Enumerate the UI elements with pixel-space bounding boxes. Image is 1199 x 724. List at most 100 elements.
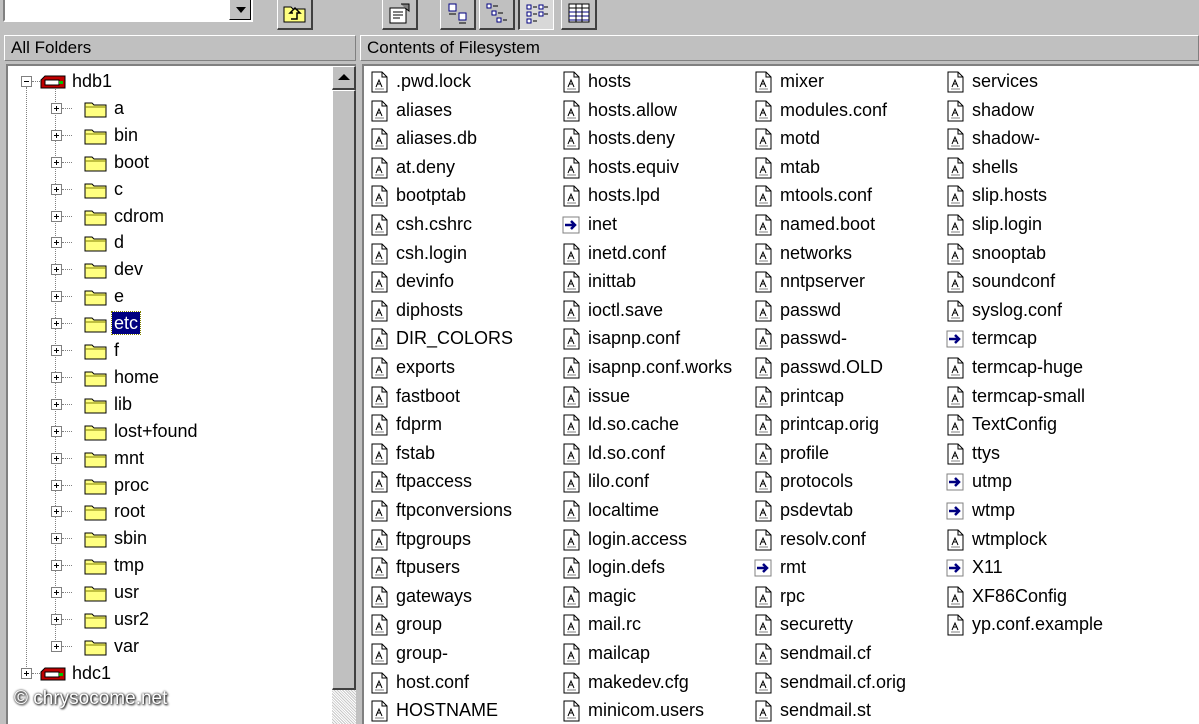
file-item[interactable]: ftpconversions — [366, 497, 556, 526]
file-item[interactable]: host.conf — [366, 669, 556, 698]
expand-icon[interactable] — [51, 318, 62, 330]
expand-icon[interactable] — [21, 667, 32, 679]
file-item[interactable]: slip.login — [942, 211, 1132, 240]
file-item[interactable]: ftpgroups — [366, 526, 556, 555]
tree-drive-item[interactable]: hdc1 — [8, 661, 328, 688]
file-item[interactable]: X11 — [942, 554, 1132, 583]
file-item[interactable]: aliases — [366, 97, 556, 126]
file-item[interactable]: localtime — [558, 497, 748, 526]
file-item[interactable]: csh.login — [366, 240, 556, 269]
expand-icon[interactable] — [51, 452, 62, 464]
expand-icon[interactable] — [51, 371, 62, 383]
file-item[interactable]: group — [366, 611, 556, 640]
file-item[interactable]: networks — [750, 240, 940, 269]
expand-icon[interactable] — [51, 183, 62, 195]
file-item[interactable]: named.boot — [750, 211, 940, 240]
file-item[interactable]: login.defs — [558, 554, 748, 583]
file-item[interactable]: wtmplock — [942, 526, 1132, 555]
file-item[interactable]: aliases.db — [366, 125, 556, 154]
file-item[interactable]: services — [942, 68, 1132, 97]
file-item[interactable]: sendmail.cf — [750, 640, 940, 669]
file-item[interactable]: termcap-huge — [942, 354, 1132, 383]
file-item[interactable]: issue — [558, 383, 748, 412]
file-item[interactable]: passwd — [750, 297, 940, 326]
expand-icon[interactable] — [51, 614, 62, 625]
tree-folder-item[interactable]: a — [8, 96, 328, 123]
file-item[interactable]: login.access — [558, 526, 748, 555]
tree-folder-item[interactable]: root — [8, 499, 328, 526]
expand-icon[interactable] — [51, 398, 62, 410]
file-item[interactable]: yp.conf.example — [942, 611, 1132, 640]
tree-folder-item[interactable]: e — [8, 284, 328, 311]
file-item[interactable]: termcap — [942, 325, 1132, 354]
details-view-button[interactable] — [561, 0, 597, 30]
file-item[interactable]: TextConfig — [942, 411, 1132, 440]
file-item[interactable]: exports — [366, 354, 556, 383]
tree-folder-item[interactable]: c — [8, 177, 328, 204]
tree-folder-item[interactable]: lost+found — [8, 419, 328, 446]
file-item[interactable]: fastboot — [366, 383, 556, 412]
tree-folder-item[interactable]: usr2 — [8, 607, 328, 634]
list-view-button[interactable] — [518, 0, 554, 30]
expand-icon[interactable] — [51, 506, 62, 518]
collapse-icon[interactable] — [21, 76, 32, 87]
expand-icon[interactable] — [51, 479, 62, 491]
file-item[interactable]: magic — [558, 583, 748, 612]
tree-folder-item[interactable]: home — [8, 365, 328, 392]
file-item[interactable]: psdevtab — [750, 497, 940, 526]
file-item[interactable]: motd — [750, 125, 940, 154]
file-item[interactable]: securetty — [750, 611, 940, 640]
file-item[interactable]: shadow — [942, 97, 1132, 126]
file-item[interactable]: wtmp — [942, 497, 1132, 526]
file-item[interactable]: at.deny — [366, 154, 556, 183]
file-item[interactable]: inet — [558, 211, 748, 240]
file-item[interactable]: printcap.orig — [750, 411, 940, 440]
file-item[interactable]: hosts.lpd — [558, 182, 748, 211]
file-item[interactable]: resolv.conf — [750, 526, 940, 555]
file-item[interactable]: lilo.conf — [558, 468, 748, 497]
file-item[interactable]: isapnp.conf — [558, 325, 748, 354]
tree-folder-item[interactable]: etc — [8, 311, 328, 338]
file-item[interactable]: .pwd.lock — [366, 68, 556, 97]
tree-scrollbar[interactable] — [332, 66, 356, 724]
file-item[interactable]: hosts.equiv — [558, 154, 748, 183]
expand-icon[interactable] — [51, 533, 62, 545]
expand-icon[interactable] — [51, 587, 62, 599]
file-item[interactable]: inittab — [558, 268, 748, 297]
file-item[interactable]: modules.conf — [750, 97, 940, 126]
file-item[interactable]: sendmail.cf.orig — [750, 669, 940, 698]
combo-dropdown-button[interactable] — [229, 0, 251, 20]
file-item[interactable]: makedev.cfg — [558, 669, 748, 698]
expand-icon[interactable] — [51, 640, 62, 652]
tree-folder-item[interactable]: proc — [8, 473, 328, 500]
address-combo[interactable] — [3, 0, 253, 22]
expand-icon[interactable] — [51, 156, 62, 168]
file-item[interactable]: shadow- — [942, 125, 1132, 154]
file-item[interactable]: fstab — [366, 440, 556, 469]
file-item[interactable]: ftpusers — [366, 554, 556, 583]
file-item[interactable]: soundconf — [942, 268, 1132, 297]
file-item[interactable]: diphosts — [366, 297, 556, 326]
up-one-level-button[interactable] — [277, 0, 313, 30]
tree-folder-item[interactable]: lib — [8, 392, 328, 419]
file-item[interactable]: bootptab — [366, 182, 556, 211]
file-item[interactable]: DIR_COLORS — [366, 325, 556, 354]
file-item[interactable]: group- — [366, 640, 556, 669]
tree-folder-item[interactable]: cdrom — [8, 204, 328, 231]
file-item[interactable]: rpc — [750, 583, 940, 612]
file-item[interactable]: ioctl.save — [558, 297, 748, 326]
tree-folder-item[interactable]: sbin — [8, 526, 328, 553]
tree-folder-item[interactable]: f — [8, 338, 328, 365]
properties-button[interactable] — [382, 0, 418, 30]
expand-icon[interactable] — [51, 560, 62, 572]
file-item[interactable]: inetd.conf — [558, 240, 748, 269]
file-item[interactable]: passwd.OLD — [750, 354, 940, 383]
tree-folder-item[interactable]: var — [8, 634, 328, 661]
file-item[interactable]: hosts.allow — [558, 97, 748, 126]
file-item[interactable]: printcap — [750, 383, 940, 412]
file-item[interactable]: mixer — [750, 68, 940, 97]
tree-folder-item[interactable]: mnt — [8, 446, 328, 473]
tree-folder-item[interactable]: usr — [8, 580, 328, 607]
file-item[interactable]: csh.cshrc — [366, 211, 556, 240]
file-item[interactable]: fdprm — [366, 411, 556, 440]
